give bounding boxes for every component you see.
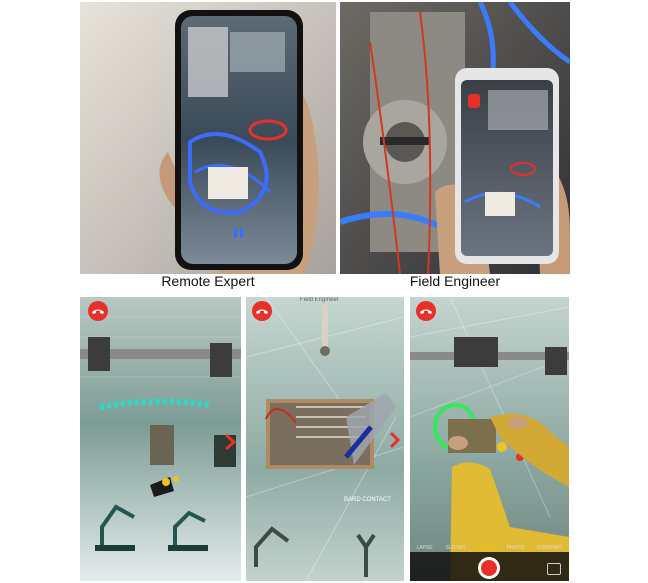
ar-view-panel-1 xyxy=(80,297,241,581)
remote-expert-photo xyxy=(80,2,336,274)
phone-hangup-icon xyxy=(420,309,432,314)
camera-mode-lapse[interactable]: LAPSE xyxy=(416,545,432,551)
end-call-button[interactable] xyxy=(88,301,108,321)
caption-field-engineer: Field Engineer xyxy=(409,273,501,289)
camera-mode-photo[interactable]: PHOTO xyxy=(507,545,525,551)
end-call-button[interactable] xyxy=(252,301,272,321)
phone-hangup-icon xyxy=(256,309,268,314)
board-label: BARD CONTACT xyxy=(344,497,391,503)
camera-mode-slo-mo[interactable]: SLO-MO xyxy=(446,545,466,551)
record-button[interactable] xyxy=(478,557,500,579)
phone-hangup-icon xyxy=(92,309,104,314)
record-dot-icon xyxy=(481,560,497,576)
flip-camera-icon[interactable] xyxy=(547,563,561,575)
overlay-title: Field Engineer xyxy=(300,297,339,303)
camera-mode-bar: LAPSE SLO-MO VIDEO PHOTO PORTRAIT xyxy=(410,542,569,554)
ar-view-panel-3: LAPSE SLO-MO VIDEO PHOTO PORTRAIT xyxy=(410,297,569,581)
camera-mode-video[interactable]: VIDEO xyxy=(478,545,494,551)
ar-view-panel-2: Field Engineer BARD CONTACT xyxy=(246,297,404,581)
end-call-button[interactable] xyxy=(416,301,436,321)
camera-mode-portrait[interactable]: PORTRAIT xyxy=(537,545,562,551)
field-engineer-photo xyxy=(340,2,570,274)
caption-remote-expert: Remote Expert xyxy=(161,273,255,289)
